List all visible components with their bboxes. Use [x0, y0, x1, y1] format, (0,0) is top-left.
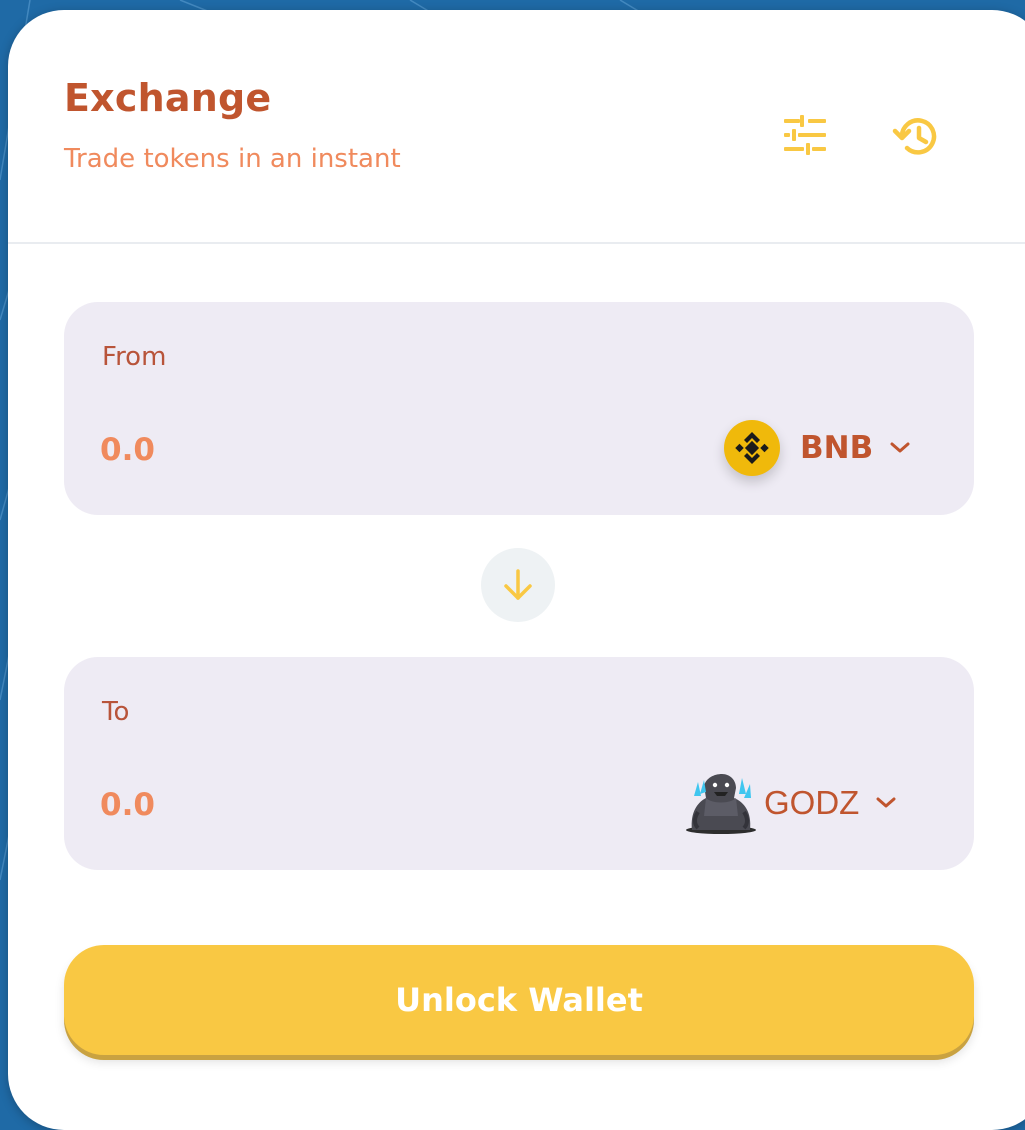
unlock-wallet-button[interactable]: Unlock Wallet: [64, 945, 974, 1055]
to-label: To: [102, 697, 130, 727]
exchange-header: Exchange Trade tokens in an instant: [8, 10, 1025, 242]
sliders-icon: [784, 115, 826, 155]
godz-logo-icon: [686, 774, 756, 834]
exchange-card: Exchange Trade tokens in an instant From…: [8, 10, 1025, 1130]
to-token-select[interactable]: GODZ: [684, 761, 897, 845]
swap-direction-button[interactable]: [481, 548, 555, 622]
history-button[interactable]: [887, 107, 947, 167]
page-subtitle: Trade tokens in an instant: [64, 144, 401, 174]
from-label: From: [102, 342, 167, 372]
from-token-symbol: BNB: [800, 430, 874, 466]
header-divider: [8, 242, 1025, 244]
chevron-down-icon: [875, 796, 897, 810]
to-panel: To GODZ: [64, 657, 974, 870]
to-token-symbol: GODZ: [764, 784, 860, 821]
page-title: Exchange: [64, 76, 272, 120]
bnb-logo-icon: [724, 420, 780, 476]
chevron-down-icon: [889, 441, 911, 455]
arrow-down-icon: [504, 569, 532, 600]
to-amount-input[interactable]: [100, 780, 520, 830]
from-panel: From BNB: [64, 302, 974, 515]
settings-button[interactable]: [775, 105, 835, 165]
history-icon: [892, 118, 937, 155]
from-amount-input[interactable]: [100, 425, 520, 475]
from-token-select[interactable]: BNB: [724, 406, 911, 490]
